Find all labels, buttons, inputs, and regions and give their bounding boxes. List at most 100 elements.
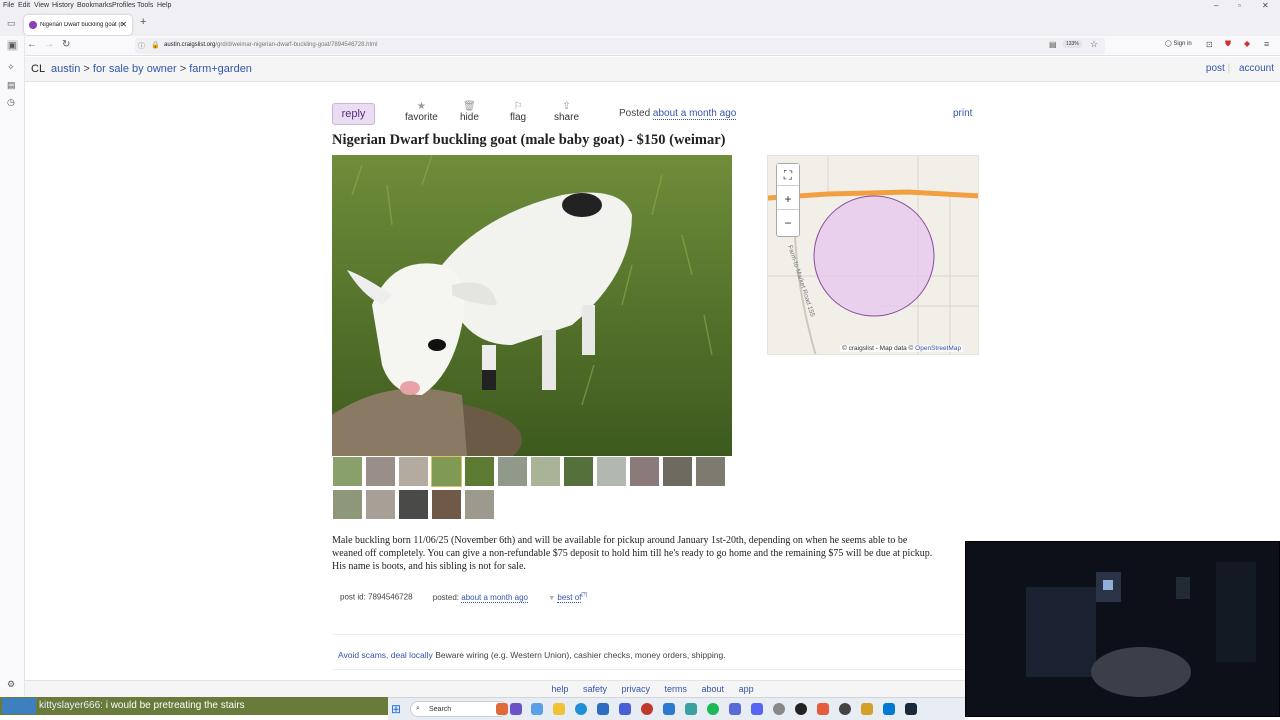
thumbnail[interactable]	[530, 456, 561, 487]
footer-terms[interactable]: terms	[665, 684, 688, 694]
bookmark-star-icon[interactable]: ☆	[1090, 39, 1098, 50]
app-icon[interactable]	[685, 703, 697, 715]
thumbnail[interactable]	[596, 456, 627, 487]
zoom-level[interactable]: 133%	[1063, 40, 1082, 48]
copilot-icon[interactable]	[496, 703, 508, 715]
thumbnail[interactable]	[695, 456, 726, 487]
breadcrumb-farm-garden[interactable]: farm+garden	[189, 63, 252, 75]
spotify-icon[interactable]	[707, 703, 719, 715]
menu-tools[interactable]: Tools	[137, 2, 153, 9]
thumbnail[interactable]	[332, 489, 363, 520]
main-photo[interactable]	[332, 155, 732, 456]
zoom-out-button[interactable]: −	[777, 212, 799, 234]
thumbnail[interactable]	[464, 456, 495, 487]
reply-button[interactable]: reply	[332, 103, 375, 125]
breadcrumb-austin[interactable]: austin	[51, 63, 80, 75]
sign-in-button[interactable]: ◯ Sign in	[1165, 40, 1192, 47]
best-of-help-link[interactable]: [?]	[581, 592, 587, 598]
print-link[interactable]: print	[953, 108, 972, 119]
post-link[interactable]: post	[1206, 63, 1225, 74]
footer-help[interactable]: help	[551, 684, 568, 694]
ai-chat-icon[interactable]: ✧	[7, 62, 15, 73]
menu-bookmarks[interactable]: Bookmarks	[77, 2, 112, 9]
sidebar-toggle-icon[interactable]: ▣	[7, 40, 18, 51]
discord-icon[interactable]	[751, 703, 763, 715]
thumbnail[interactable]	[365, 456, 396, 487]
posted-time-link[interactable]: about a month ago	[652, 108, 737, 120]
app-icon[interactable]	[839, 703, 851, 715]
app-icon[interactable]	[729, 703, 741, 715]
breadcrumb-for-sale-by-owner[interactable]: for sale by owner	[93, 63, 177, 75]
hide-button[interactable]: 🗑 hide	[460, 101, 479, 123]
thumbnail[interactable]	[563, 456, 594, 487]
close-window-icon[interactable]: ✕	[1262, 1, 1269, 10]
hamburger-menu-icon[interactable]: ≡	[1264, 39, 1269, 49]
history-icon[interactable]: ◷	[7, 97, 15, 108]
footer-safety[interactable]: safety	[583, 684, 607, 694]
extension-shield-icon[interactable]: ⛊	[1225, 39, 1231, 49]
maximize-icon[interactable]: ▫	[1238, 1, 1241, 10]
outlook-icon[interactable]	[597, 703, 609, 715]
thumbnail[interactable]	[398, 489, 429, 520]
steam-icon[interactable]	[905, 703, 917, 715]
account-link[interactable]: account	[1239, 63, 1274, 74]
posted-date-link[interactable]: about a month ago	[461, 592, 528, 603]
close-tab-icon[interactable]: ✕	[120, 20, 127, 29]
menu-view[interactable]: View	[34, 2, 49, 9]
thumbnail[interactable]	[431, 489, 462, 520]
menu-edit[interactable]: Edit	[18, 2, 30, 9]
app-icon[interactable]	[531, 703, 543, 715]
edge-icon[interactable]	[575, 703, 587, 715]
thumbnail[interactable]	[365, 489, 396, 520]
share-button[interactable]: ⇪ share	[554, 101, 579, 123]
menu-help[interactable]: Help	[157, 2, 171, 9]
thumbnail[interactable]	[629, 456, 660, 487]
menu-profiles[interactable]: Profiles	[112, 2, 135, 9]
menu-history[interactable]: History	[52, 2, 74, 9]
forward-icon[interactable]: →	[44, 39, 54, 50]
craigslist-logo[interactable]: CL	[31, 63, 45, 75]
tab-active[interactable]: Nigerian Dwarf buckling goat (m ✕	[24, 15, 132, 35]
thumbnail[interactable]	[332, 456, 363, 487]
thumbnail[interactable]	[497, 456, 528, 487]
thumbnail[interactable]	[431, 456, 462, 487]
fullscreen-icon[interactable]: ⛶	[777, 164, 799, 186]
settings-icon[interactable]	[773, 703, 785, 715]
extension-icon[interactable]: ◆	[1244, 39, 1250, 48]
site-info-icon[interactable]: ⓘ	[138, 41, 145, 51]
avoid-scams-link[interactable]: Avoid scams, deal locally	[338, 650, 433, 660]
thumbnail[interactable]	[398, 456, 429, 487]
thumbnail[interactable]	[662, 456, 693, 487]
windows-start-icon[interactable]: ⊞	[391, 702, 401, 716]
settings-gear-icon[interactable]: ⚙	[7, 679, 15, 690]
minimize-icon[interactable]: –	[1214, 1, 1218, 10]
openstreetmap-link[interactable]: OpenStreetMap	[915, 345, 961, 352]
zoom-in-button[interactable]: +	[777, 188, 799, 210]
pocket-icon[interactable]: ⊡	[1206, 40, 1213, 49]
footer-about[interactable]: about	[702, 684, 725, 694]
app-icon[interactable]	[861, 703, 873, 715]
file-explorer-icon[interactable]	[553, 703, 565, 715]
obs-icon[interactable]	[795, 703, 807, 715]
footer-privacy[interactable]: privacy	[621, 684, 650, 694]
tab-list-icon[interactable]: ▭	[7, 18, 16, 29]
favorite-button[interactable]: ★ favorite	[405, 101, 438, 123]
new-tab-icon[interactable]: +	[140, 16, 146, 28]
flag-button[interactable]: ⚐ flag	[510, 101, 526, 123]
best-of-link[interactable]: best of	[557, 592, 582, 603]
firefox-icon[interactable]	[817, 703, 829, 715]
opera-icon[interactable]	[641, 703, 653, 715]
menu-file[interactable]: File	[3, 2, 14, 9]
bookmarks-icon[interactable]: ▤	[7, 80, 16, 91]
notepad-icon[interactable]	[663, 703, 675, 715]
thumbnail[interactable]	[464, 489, 495, 520]
footer-app[interactable]: app	[739, 684, 754, 694]
reload-icon[interactable]: ↻	[62, 39, 70, 50]
back-icon[interactable]: ←	[27, 39, 37, 50]
app-icon[interactable]	[510, 703, 522, 715]
teams-icon[interactable]	[619, 703, 631, 715]
app-icon[interactable]	[883, 703, 895, 715]
url-bar[interactable]: ⓘ 🔒 austin.craigslist.org/grd/d/weimar-n…	[135, 38, 1105, 54]
reader-view-icon[interactable]: ▤	[1049, 40, 1057, 49]
taskbar-search[interactable]: ⌕ Search	[410, 701, 508, 717]
